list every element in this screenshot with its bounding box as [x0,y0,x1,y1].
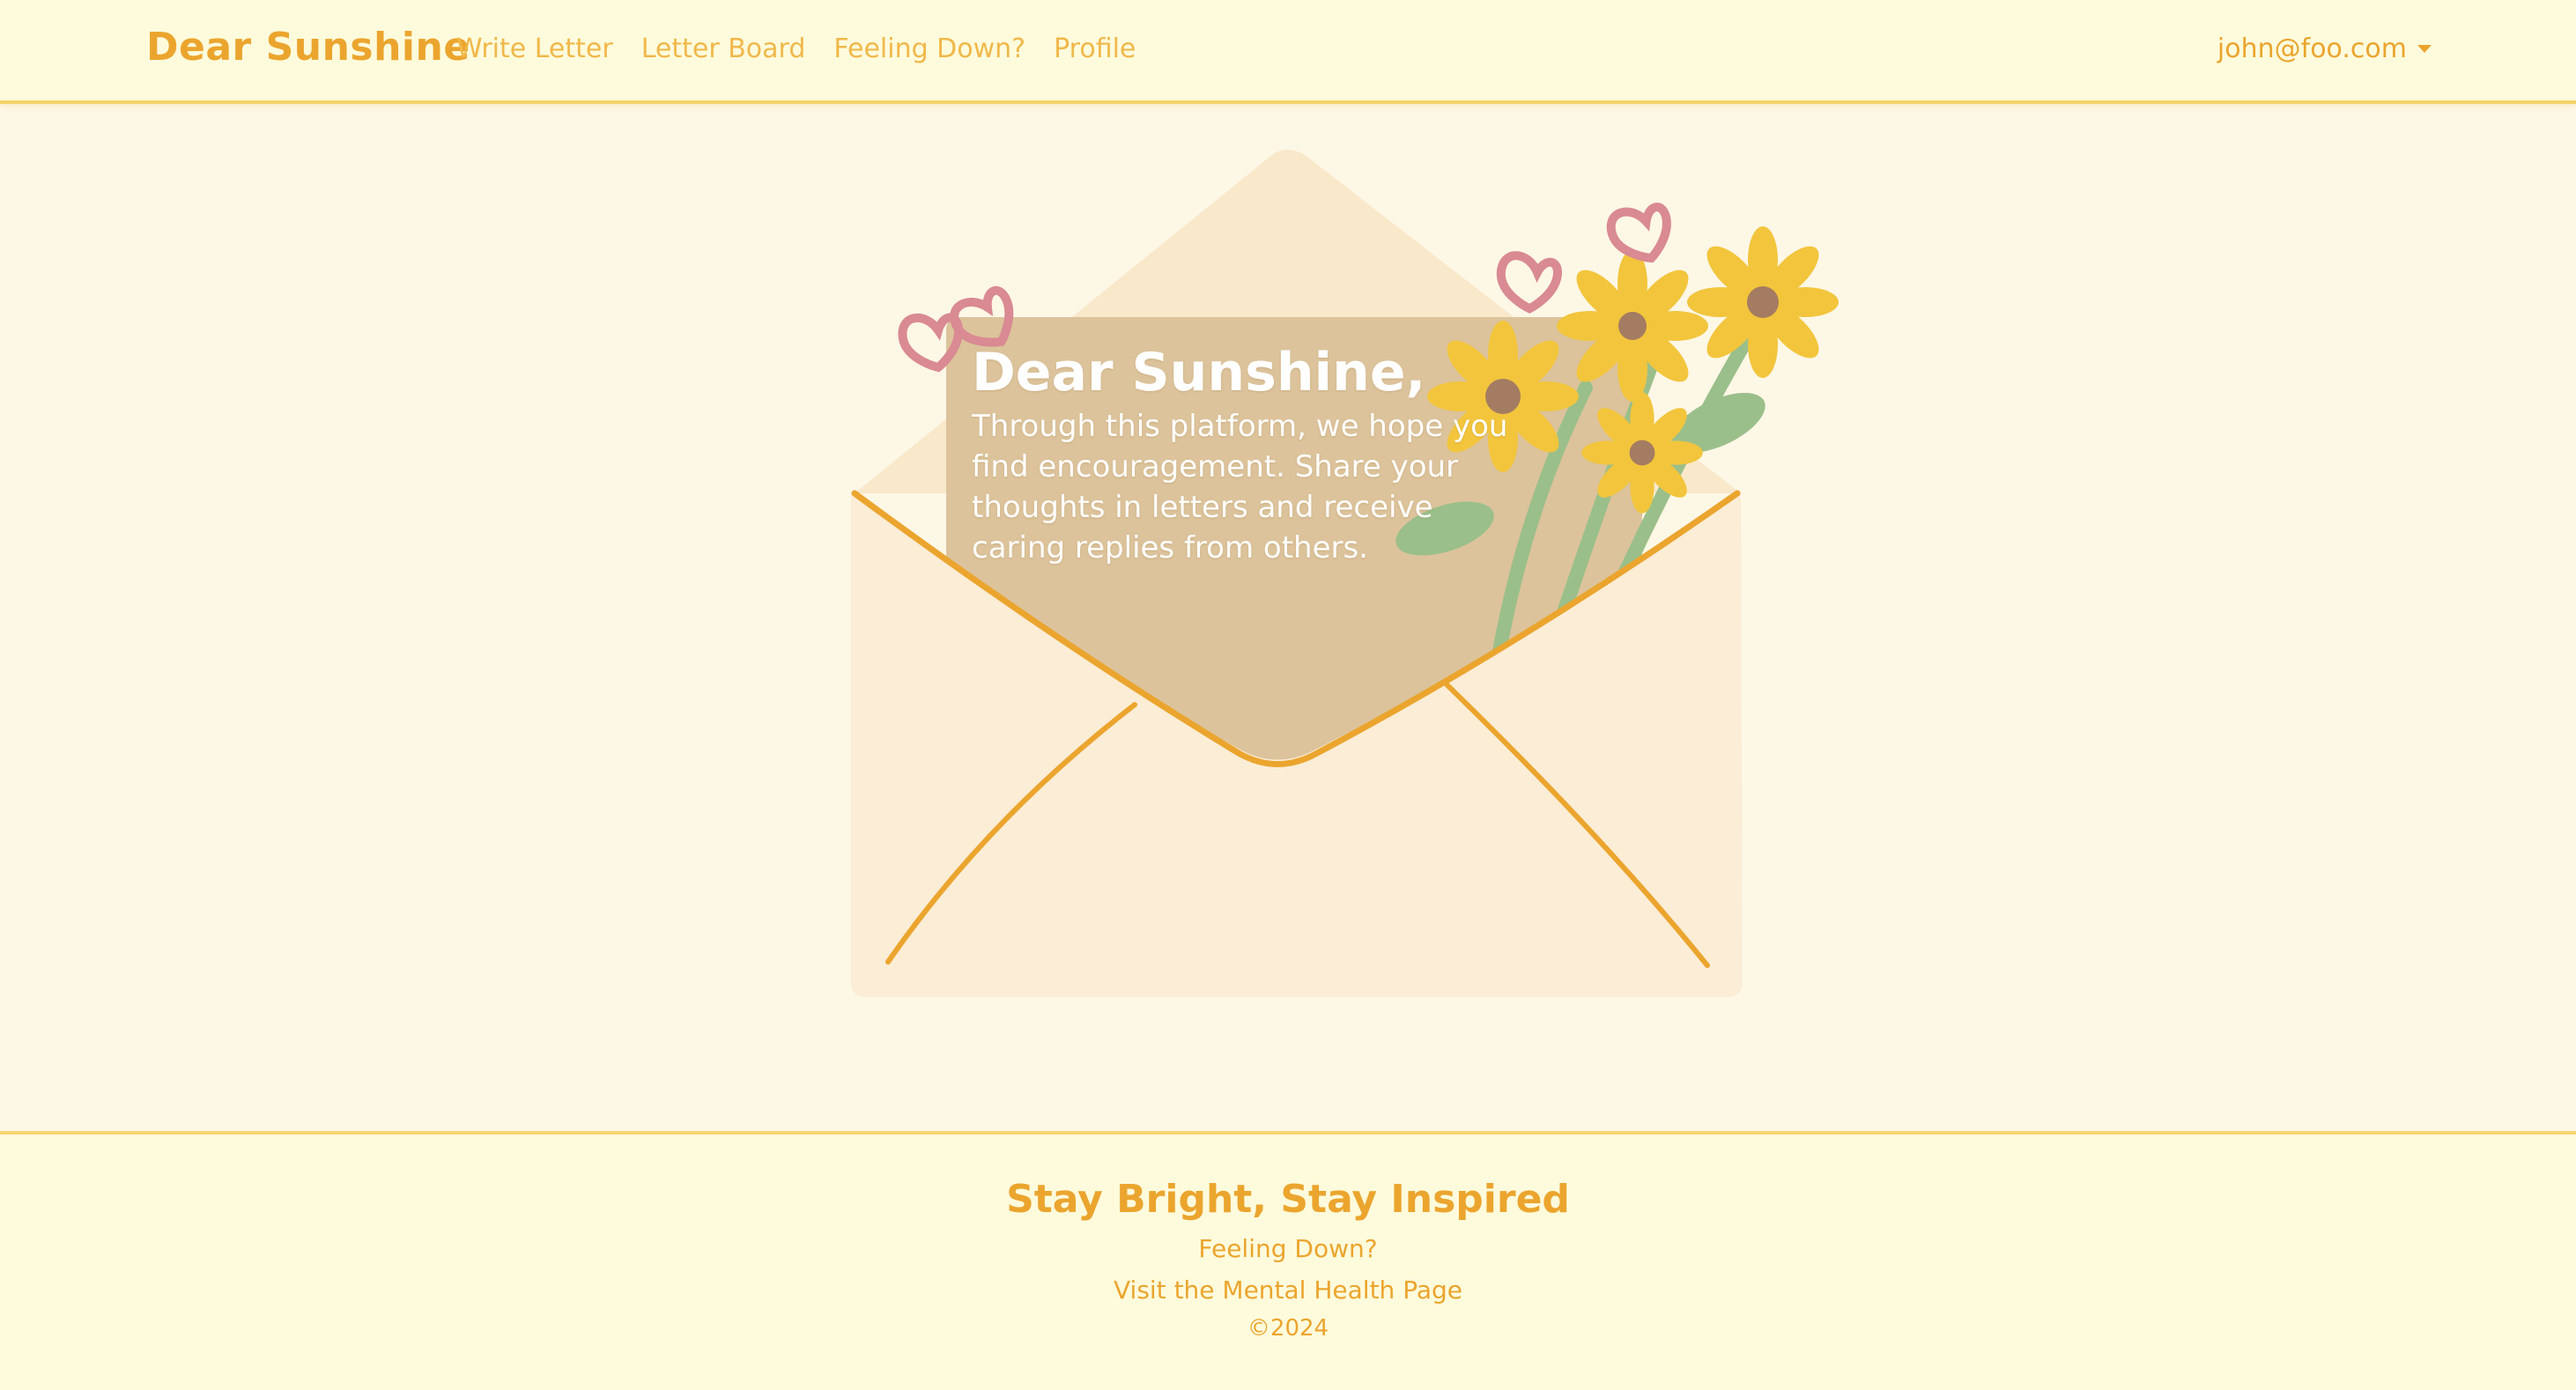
user-email: john@foo.com [2217,33,2407,64]
footer-link-mental-health[interactable]: Visit the Mental Health Page [0,1275,2576,1305]
heart-icon [1496,251,1562,314]
nav-links: Write Letter Letter Board Feeling Down? … [456,33,1136,64]
user-dropdown[interactable]: john@foo.com [2217,33,2432,64]
flower-icon [1557,250,1708,402]
hero-text: Dear Sunshine, Through this platform, we… [972,345,1553,568]
site-footer: Stay Bright, Stay Inspired Feeling Down?… [0,1131,2576,1390]
nav-link-letter-board[interactable]: Letter Board [641,33,806,64]
flower-icon [1581,392,1703,514]
caret-down-icon [2417,45,2432,53]
nav-link-write-letter[interactable]: Write Letter [456,33,613,64]
footer-title: Stay Bright, Stay Inspired [1006,1177,1570,1222]
nav-link-profile[interactable]: Profile [1054,33,1136,64]
footer-copyright: ©2024 [1247,1315,1329,1342]
top-navbar: Dear Sunshine Write Letter Letter Board … [0,0,2576,104]
footer-link-feeling-down[interactable]: Feeling Down? [0,1234,2576,1263]
envelope-flowers-illustration [851,150,1839,997]
brand-logo[interactable]: Dear Sunshine [146,25,470,70]
heart-icon [1606,203,1671,263]
flower-icon [1687,226,1839,378]
hero-description: Through this platform, we hope you find … [972,409,1508,566]
hero-illustration: Dear Sunshine, Through this platform, we… [828,141,1850,1004]
nav-link-feeling-down[interactable]: Feeling Down? [833,33,1025,64]
hero-title: Dear Sunshine, [972,342,1426,403]
